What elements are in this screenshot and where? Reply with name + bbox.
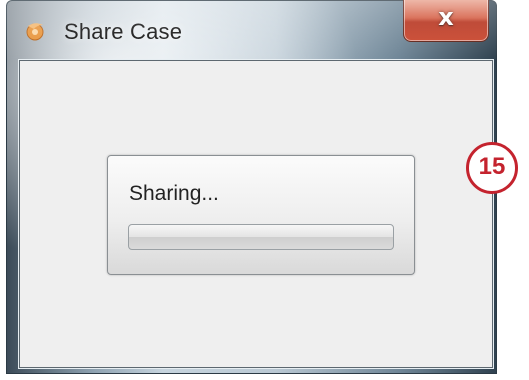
orange-swirl-icon xyxy=(26,23,44,41)
share-case-window: Share Case x Sharing... xyxy=(6,0,497,374)
window-title: Share Case xyxy=(64,19,183,44)
progress-dialog: Sharing... xyxy=(107,155,415,275)
progress-label: Sharing... xyxy=(129,182,219,205)
close-icon: x xyxy=(438,3,454,31)
step-callout-badge: 15 xyxy=(466,142,518,194)
window-content: Sharing... xyxy=(19,60,493,368)
title-bar[interactable]: Share Case x xyxy=(6,0,497,58)
close-button[interactable]: x xyxy=(403,0,489,42)
step-number: 15 xyxy=(478,153,506,180)
progress-bar xyxy=(128,224,394,250)
